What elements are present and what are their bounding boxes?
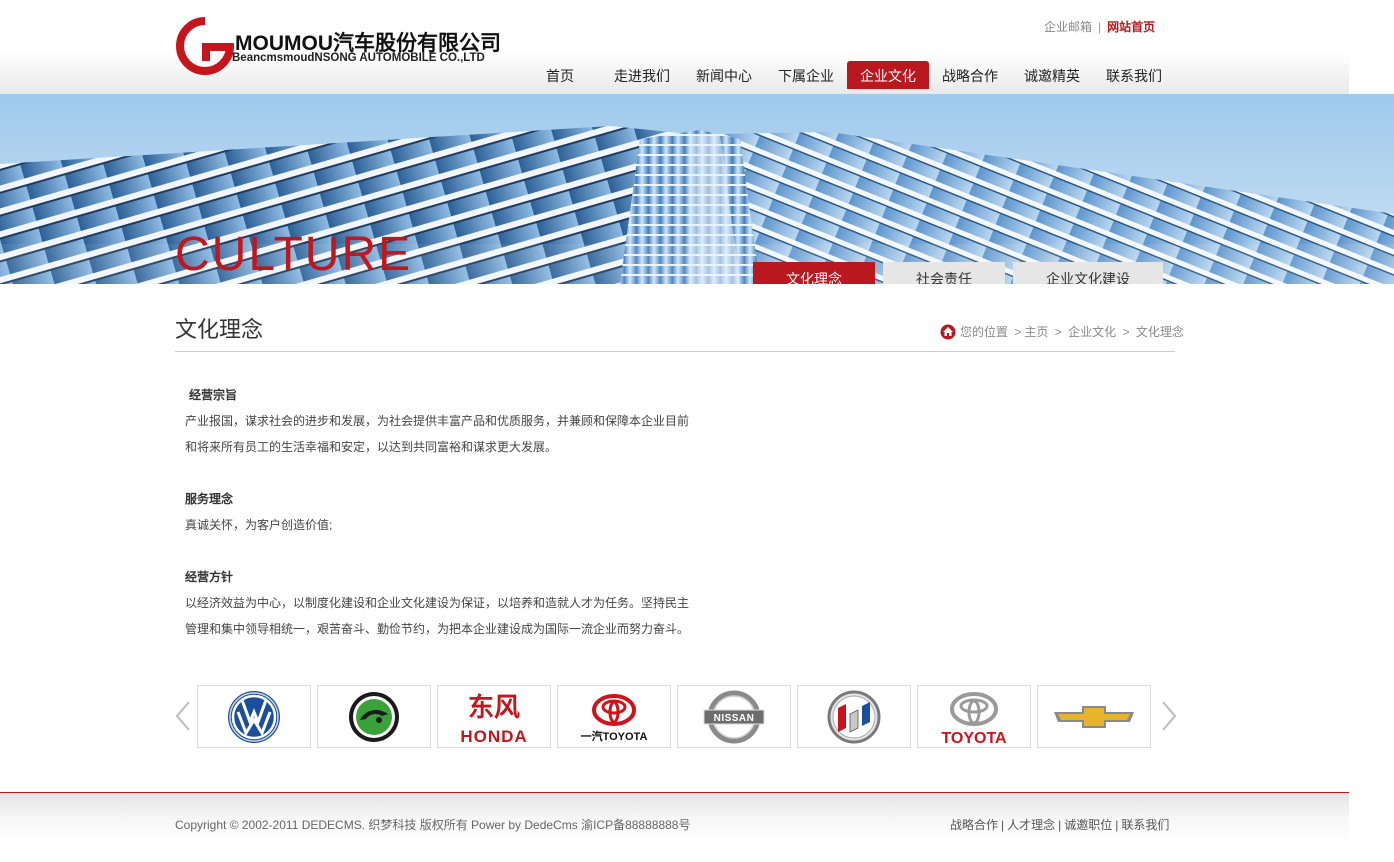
partner-carousel: 东风 HONDA 一汽TOYOTA NISSAN TOYOTA bbox=[172, 684, 1182, 748]
corporate-mail-link[interactable]: 企业邮箱 bbox=[1044, 20, 1092, 34]
subtab-culture-concept[interactable]: 文化理念 bbox=[753, 262, 875, 284]
dongfeng-honda-logo-icon: 东风 HONDA bbox=[460, 692, 527, 746]
section-heading-service-concept: 服务理念 bbox=[185, 492, 234, 506]
footer-separator: | bbox=[1058, 818, 1062, 832]
buick-logo-icon bbox=[827, 690, 881, 744]
toyota-text: TOYOTA bbox=[941, 730, 1007, 747]
footer-separator: | bbox=[1001, 818, 1005, 832]
nissan-logo-icon: NISSAN bbox=[703, 690, 765, 744]
section-text-line: 管理和集中领导相统一，艰苦奋斗、勤俭节约，为把本企业建设成为国际一流企业而努力奋… bbox=[185, 622, 690, 636]
banner-title: CULTURE bbox=[175, 228, 413, 281]
footer-link-cooperation[interactable]: 战略合作 bbox=[950, 818, 998, 832]
nav-item-culture[interactable]: 企业文化 bbox=[847, 61, 929, 89]
nav-item-careers[interactable]: 诚邀精英 bbox=[1011, 61, 1093, 89]
breadcrumb-prefix: 您的位置 bbox=[960, 325, 1009, 339]
faw-toyota-text: 一汽TOYOTA bbox=[581, 729, 648, 743]
breadcrumb-lead: > bbox=[1014, 325, 1022, 339]
home-icon bbox=[940, 324, 956, 340]
nav-item-news[interactable]: 新闻中心 bbox=[683, 61, 765, 89]
nav-item-contact[interactable]: 联系我们 bbox=[1093, 61, 1175, 89]
breadcrumb-culture[interactable]: 企业文化 bbox=[1068, 325, 1116, 339]
subtab-culture-building[interactable]: 企业文化建设 bbox=[1013, 262, 1163, 284]
logo-mark-icon bbox=[176, 15, 237, 75]
footer-separator: | bbox=[1115, 818, 1119, 832]
page-title: 文化理念 bbox=[175, 317, 264, 342]
skoda-logo-icon bbox=[349, 692, 399, 742]
copyright-text: Copyright © 2002-2011 DEDECMS. 织梦科技 版权所有… bbox=[175, 818, 691, 832]
nav-item-home[interactable]: 首页 bbox=[519, 61, 601, 89]
section-text-line: 以经济效益为中心，以制度化建设和企业文化建设为保证，以培养和造就人才为任务。坚持… bbox=[185, 596, 690, 610]
partner-logo-buick[interactable] bbox=[797, 685, 911, 748]
nissan-text: NISSAN bbox=[714, 713, 755, 724]
partner-logo-nissan[interactable]: NISSAN bbox=[677, 685, 791, 748]
logo-english-name: BeancmsmoudNSONG AUTOMOBILE CO.,LTD bbox=[232, 52, 485, 64]
company-logo[interactable]: MOUMOU汽车股份有限公司 BeancmsmoudNSONG AUTOMOBI… bbox=[175, 15, 505, 77]
partner-logo-toyota[interactable]: TOYOTA bbox=[917, 685, 1031, 748]
section-text-line: 产业报国，谋求社会的进步和发展，为社会提供丰富产品和优质服务，并兼顾和保障本企业… bbox=[185, 414, 690, 428]
partner-logo-chevrolet[interactable] bbox=[1037, 685, 1151, 748]
dongfeng-text: 东风 bbox=[468, 692, 520, 723]
breadcrumb-home[interactable]: 主页 bbox=[1024, 325, 1048, 339]
footer-link-contact[interactable]: 联系我们 bbox=[1121, 818, 1169, 832]
section-text-line: 和将来所有员工的生活幸福和安定，以达到共同富裕和谋求更大发展。 bbox=[185, 440, 558, 454]
partner-logo-volkswagen[interactable] bbox=[197, 685, 311, 748]
nav-item-subsidiaries[interactable]: 下属企业 bbox=[765, 61, 847, 89]
title-divider bbox=[175, 351, 1175, 352]
partner-logo-dongfeng-honda[interactable]: 东风 HONDA bbox=[437, 685, 551, 748]
section-heading-business-policy: 经营方针 bbox=[185, 570, 234, 584]
breadcrumb-separator: > bbox=[1054, 325, 1062, 339]
footer-link-talent[interactable]: 人才理念 bbox=[1007, 818, 1055, 832]
partner-logo-skoda[interactable] bbox=[317, 685, 431, 748]
toyota-logo-icon: TOYOTA bbox=[941, 692, 1007, 747]
footer-links: 战略合作 | 人才理念 | 诚邀职位 | 联系我们 bbox=[950, 816, 1169, 833]
subtab-social-responsibility[interactable]: 社会责任 bbox=[883, 262, 1005, 284]
chevron-left-icon[interactable] bbox=[174, 700, 192, 732]
nav-item-cooperation[interactable]: 战略合作 bbox=[929, 61, 1011, 89]
faw-toyota-logo-icon: 一汽TOYOTA bbox=[581, 694, 648, 743]
breadcrumb-separator: > bbox=[1122, 325, 1130, 339]
top-links-separator: | bbox=[1098, 20, 1102, 34]
footer: Copyright © 2002-2011 DEDECMS. 织梦科技 版权所有… bbox=[0, 792, 1349, 862]
top-links: 企业邮箱 | 网站首页 bbox=[1044, 18, 1155, 35]
partner-logo-faw-toyota[interactable]: 一汽TOYOTA bbox=[557, 685, 671, 748]
nav-item-about[interactable]: 走进我们 bbox=[601, 61, 683, 89]
section-text-line: 真诚关怀，为客户创造价值; bbox=[185, 518, 333, 532]
volkswagen-logo-icon bbox=[228, 691, 280, 743]
honda-text: HONDA bbox=[460, 727, 527, 746]
site-home-link[interactable]: 网站首页 bbox=[1107, 20, 1155, 34]
section-heading-business-purpose: 经营宗旨 bbox=[189, 388, 238, 402]
footer-link-jobs[interactable]: 诚邀职位 bbox=[1064, 818, 1112, 832]
header: MOUMOU汽车股份有限公司 BeancmsmoudNSONG AUTOMOBI… bbox=[0, 0, 1349, 94]
chevrolet-logo-icon bbox=[1054, 706, 1134, 728]
chevron-right-icon[interactable] bbox=[1160, 700, 1178, 732]
banner: CULTURE 文化理念 社会责任 企业文化建设 bbox=[0, 94, 1394, 284]
breadcrumb-current[interactable]: 文化理念 bbox=[1136, 325, 1184, 339]
